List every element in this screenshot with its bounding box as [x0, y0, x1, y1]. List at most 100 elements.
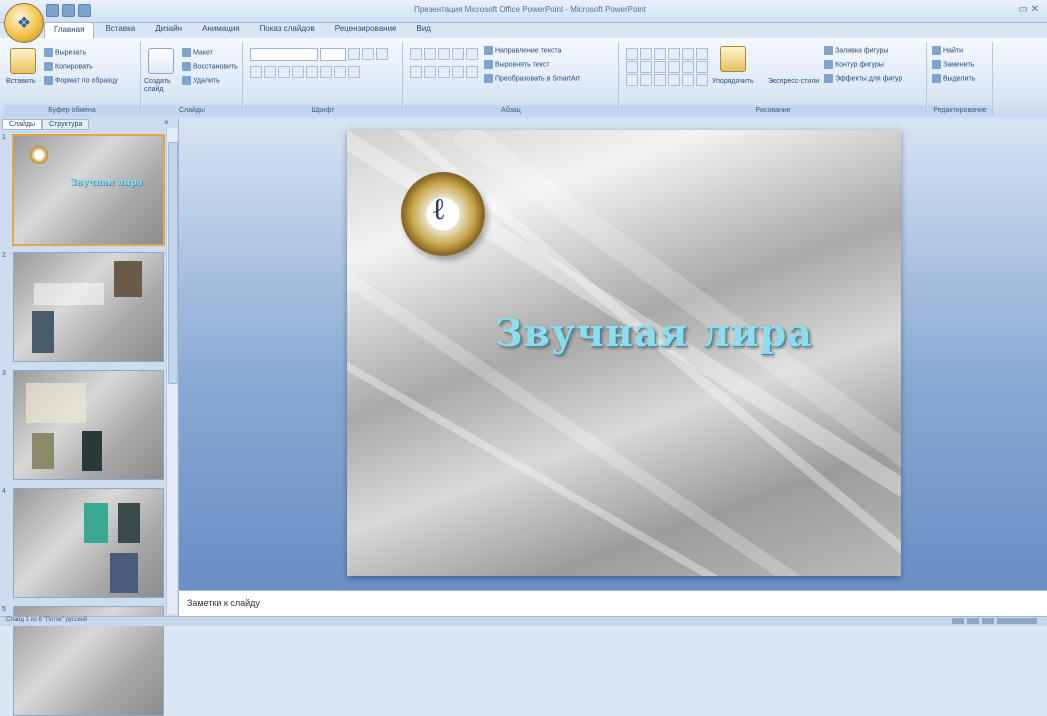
slide-editor-area: ℓ Звучная лира — [179, 118, 1047, 590]
select-button[interactable]: Выделить — [932, 74, 975, 83]
tab-home[interactable]: Главная — [44, 22, 95, 38]
shape-effects-label: Эффекты для фигур — [835, 75, 903, 83]
portrait-image — [114, 261, 142, 297]
shrink-font-icon[interactable] — [362, 48, 374, 60]
align-center-icon[interactable] — [424, 66, 436, 78]
slideshow-view-icon[interactable] — [982, 618, 994, 624]
replace-button[interactable]: Заменить — [932, 60, 974, 69]
undo-icon[interactable] — [62, 4, 75, 17]
current-slide[interactable]: ℓ Звучная лира — [347, 130, 901, 576]
underline-icon[interactable] — [278, 66, 290, 78]
tab-animation[interactable]: Анимация — [193, 22, 249, 38]
cursor-icon — [932, 74, 941, 83]
zoom-slider[interactable] — [997, 618, 1037, 624]
redo-icon[interactable] — [78, 4, 91, 17]
copy-icon — [44, 62, 53, 71]
tab-design[interactable]: Дизайн — [146, 22, 191, 38]
align-right-icon[interactable] — [438, 66, 450, 78]
replace-icon — [932, 60, 941, 69]
close-icon[interactable]: × — [164, 118, 169, 127]
italic-icon[interactable] — [264, 66, 276, 78]
bold-icon[interactable] — [250, 66, 262, 78]
strikethrough-icon[interactable] — [292, 66, 304, 78]
reset-button[interactable]: Восстановить — [182, 62, 238, 71]
shape-effects-button[interactable]: Эффекты для фигур — [824, 74, 902, 83]
grow-font-icon[interactable] — [348, 48, 360, 60]
bracket-shape-icon[interactable] — [640, 74, 652, 86]
office-button[interactable]: ❖ — [4, 3, 44, 43]
cut-button[interactable]: Вырезать — [44, 48, 86, 57]
sorter-view-icon[interactable] — [967, 618, 979, 624]
tab-insert[interactable]: Вставка — [96, 22, 144, 38]
increase-indent-icon[interactable] — [452, 48, 464, 60]
paste-button[interactable]: Вставить — [6, 78, 36, 85]
font-size-combo[interactable] — [320, 48, 346, 61]
tab-view[interactable]: Вид — [408, 22, 440, 38]
more-shapes-icon[interactable] — [696, 74, 708, 86]
line-shape-icon[interactable] — [640, 48, 652, 60]
slide-title[interactable]: Звучная лира — [495, 310, 813, 355]
scrollbar-thumb[interactable] — [168, 142, 178, 384]
bullets-icon[interactable] — [410, 48, 422, 60]
connector-shape-icon[interactable] — [640, 61, 652, 73]
tab-review[interactable]: Рецензирование — [326, 22, 406, 38]
arrow-shape-icon[interactable] — [654, 48, 666, 60]
thumbnail-image: Звучная лира — [12, 134, 165, 246]
new-slide-button[interactable]: Создать слайд — [144, 78, 180, 94]
find-button[interactable]: Найти — [932, 46, 963, 55]
font-color-icon[interactable] — [348, 66, 360, 78]
reset-label: Восстановить — [193, 63, 238, 71]
save-icon[interactable] — [46, 4, 59, 17]
tab-slideshow[interactable]: Показ слайдов — [251, 22, 324, 38]
arrange-button[interactable]: Упорядочить — [712, 78, 754, 85]
spacing-icon[interactable] — [320, 66, 332, 78]
normal-view-icon[interactable] — [952, 618, 964, 624]
layout-button[interactable]: Макет — [182, 48, 213, 57]
align-left-icon[interactable] — [410, 66, 422, 78]
thumbnail-image — [13, 488, 164, 598]
cylinder-shape-icon[interactable] — [696, 61, 708, 73]
clear-format-icon[interactable] — [376, 48, 388, 60]
sun-shape-icon[interactable] — [682, 74, 694, 86]
curve-shape-icon[interactable] — [668, 61, 680, 73]
view-buttons — [952, 618, 1037, 624]
quick-styles-button[interactable]: Экспресс-стили — [768, 78, 819, 85]
star-shape-icon[interactable] — [626, 74, 638, 86]
font-name-combo[interactable] — [250, 48, 318, 61]
text-direction-button[interactable]: Направление текста — [484, 46, 561, 55]
heart-shape-icon[interactable] — [682, 61, 694, 73]
bent-arrow-shape-icon[interactable] — [654, 61, 666, 73]
tab-outline[interactable]: Структура — [42, 119, 90, 130]
shadow-icon[interactable] — [306, 66, 318, 78]
panel-scrollbar[interactable] — [166, 128, 178, 614]
decrease-indent-icon[interactable] — [438, 48, 450, 60]
shape-outline-button[interactable]: Контур фигуры — [824, 60, 884, 69]
line-spacing-icon[interactable] — [466, 48, 478, 60]
callout-shape-icon[interactable] — [668, 74, 680, 86]
justify-icon[interactable] — [452, 66, 464, 78]
textbox-shape-icon[interactable] — [626, 48, 638, 60]
shape-fill-button[interactable]: Заливка фигуры — [824, 46, 888, 55]
copy-button[interactable]: Копировать — [44, 62, 93, 71]
tab-slides[interactable]: Слайды — [2, 119, 43, 130]
rounded-rect-shape-icon[interactable] — [696, 48, 708, 60]
emblem-icon — [30, 146, 48, 164]
delete-button[interactable]: Удалить — [182, 76, 220, 85]
case-icon[interactable] — [334, 66, 346, 78]
format-painter-button[interactable]: Формат по образцу — [44, 76, 118, 85]
book-image — [118, 503, 140, 543]
convert-smartart-button[interactable]: Преобразовать в SmartArt — [484, 74, 580, 83]
window-controls[interactable]: ▭ ✕ — [1018, 4, 1039, 15]
arrange-icon — [720, 46, 746, 72]
triangle-shape-icon[interactable] — [626, 61, 638, 73]
delete-label: Удалить — [193, 77, 220, 85]
notes-pane[interactable]: Заметки к слайду — [179, 590, 1047, 617]
brace-shape-icon[interactable] — [654, 74, 666, 86]
rectangle-shape-icon[interactable] — [668, 48, 680, 60]
align-text-button[interactable]: Выровнять текст — [484, 60, 550, 69]
title-bar: Презентация Microsoft Office PowerPoint … — [0, 0, 1047, 23]
numbering-icon[interactable] — [424, 48, 436, 60]
oval-shape-icon[interactable] — [682, 48, 694, 60]
columns-icon[interactable] — [466, 66, 478, 78]
shape-fill-label: Заливка фигуры — [835, 47, 889, 55]
